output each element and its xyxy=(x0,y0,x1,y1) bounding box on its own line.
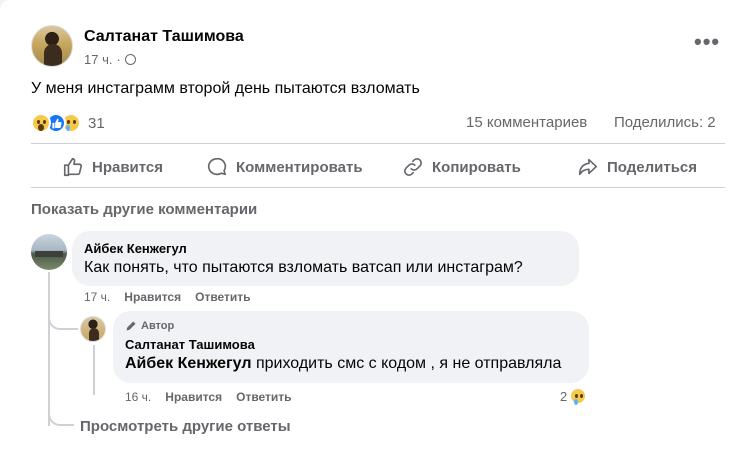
reply-author-avatar[interactable] xyxy=(80,316,106,342)
commenter-avatar[interactable] xyxy=(31,234,67,270)
reactions-summary[interactable]: 31 xyxy=(31,112,105,134)
author-badge: Автор xyxy=(125,320,174,332)
post-card: Салтанат Ташимова 17 ч. · ••• У меня инс… xyxy=(0,0,752,449)
globe-icon xyxy=(124,54,136,65)
thumbs-up-icon xyxy=(63,157,83,177)
comment-text: Как понять, что пытаются взломать ватсап… xyxy=(84,259,523,276)
comment-time[interactable]: 17 ч. xyxy=(84,290,110,304)
comment-reply-button[interactable]: Ответить xyxy=(195,290,250,304)
divider-bottom xyxy=(31,187,725,188)
view-more-replies-link[interactable]: Просмотреть другие ответы xyxy=(80,418,291,435)
reply-reactions[interactable]: 2 xyxy=(560,387,588,405)
post-time[interactable]: 17 ч. xyxy=(84,52,112,67)
like-button-label: Нравится xyxy=(92,158,164,176)
post-text: У меня инстаграмм второй день пытаются в… xyxy=(31,80,420,97)
reply-reply-button[interactable]: Ответить xyxy=(236,390,291,404)
copy-button-label: Копировать xyxy=(432,158,521,176)
author-name[interactable]: Салтанат Ташимова xyxy=(84,28,244,46)
like-button[interactable]: Нравится xyxy=(62,156,163,178)
reply-body: приходить смс с кодом , я не отправляла xyxy=(251,355,562,372)
link-icon xyxy=(404,158,422,176)
reaction-count[interactable]: 31 xyxy=(88,115,105,132)
comments-count-link[interactable]: 15 комментариев xyxy=(466,114,587,131)
share-arrow-icon xyxy=(578,158,598,176)
reply-author-name[interactable]: Салтанат Ташимова xyxy=(125,337,255,352)
comment-button-label: Комментировать xyxy=(236,158,363,176)
mention-link[interactable]: Айбек Кенжегул xyxy=(125,355,252,372)
divider-top xyxy=(31,143,725,144)
author-avatar[interactable] xyxy=(31,25,73,67)
meta-separator: · xyxy=(116,52,121,67)
reply-text: Айбек Кенжегул приходить смс с кодом , я… xyxy=(125,355,561,373)
more-options-button[interactable]: ••• xyxy=(694,31,720,53)
show-more-comments-link[interactable]: Показать другие комментарии xyxy=(31,201,257,218)
author-badge-label: Автор xyxy=(141,320,175,332)
reply-time[interactable]: 16 ч. xyxy=(125,390,151,404)
wow-reaction-icon xyxy=(31,113,51,133)
comment-meta: 17 ч. Нравится Ответить xyxy=(84,290,251,304)
reply-like-button[interactable]: Нравится xyxy=(165,390,222,404)
speech-bubble-icon xyxy=(207,157,227,176)
pencil-icon xyxy=(126,321,136,331)
copy-button[interactable]: Копировать xyxy=(402,156,521,178)
thread-connector xyxy=(48,306,78,330)
reply-reaction-count: 2 xyxy=(560,388,568,404)
sad-reaction-icon xyxy=(569,387,588,405)
share-button-label: Поделиться xyxy=(607,158,698,176)
commenter-name[interactable]: Айбек Кенжегул xyxy=(84,241,187,256)
reply-thread-line xyxy=(93,345,95,395)
reply-meta: 16 ч. Нравится Ответить xyxy=(125,390,292,404)
comment-button[interactable]: Комментировать xyxy=(206,156,363,178)
post-meta: 17 ч. · xyxy=(84,52,136,67)
shares-count-link[interactable]: Поделились: 2 xyxy=(614,114,716,131)
thread-connector-more xyxy=(48,400,74,426)
comment-like-button[interactable]: Нравится xyxy=(124,290,181,304)
share-button[interactable]: Поделиться xyxy=(577,156,697,178)
